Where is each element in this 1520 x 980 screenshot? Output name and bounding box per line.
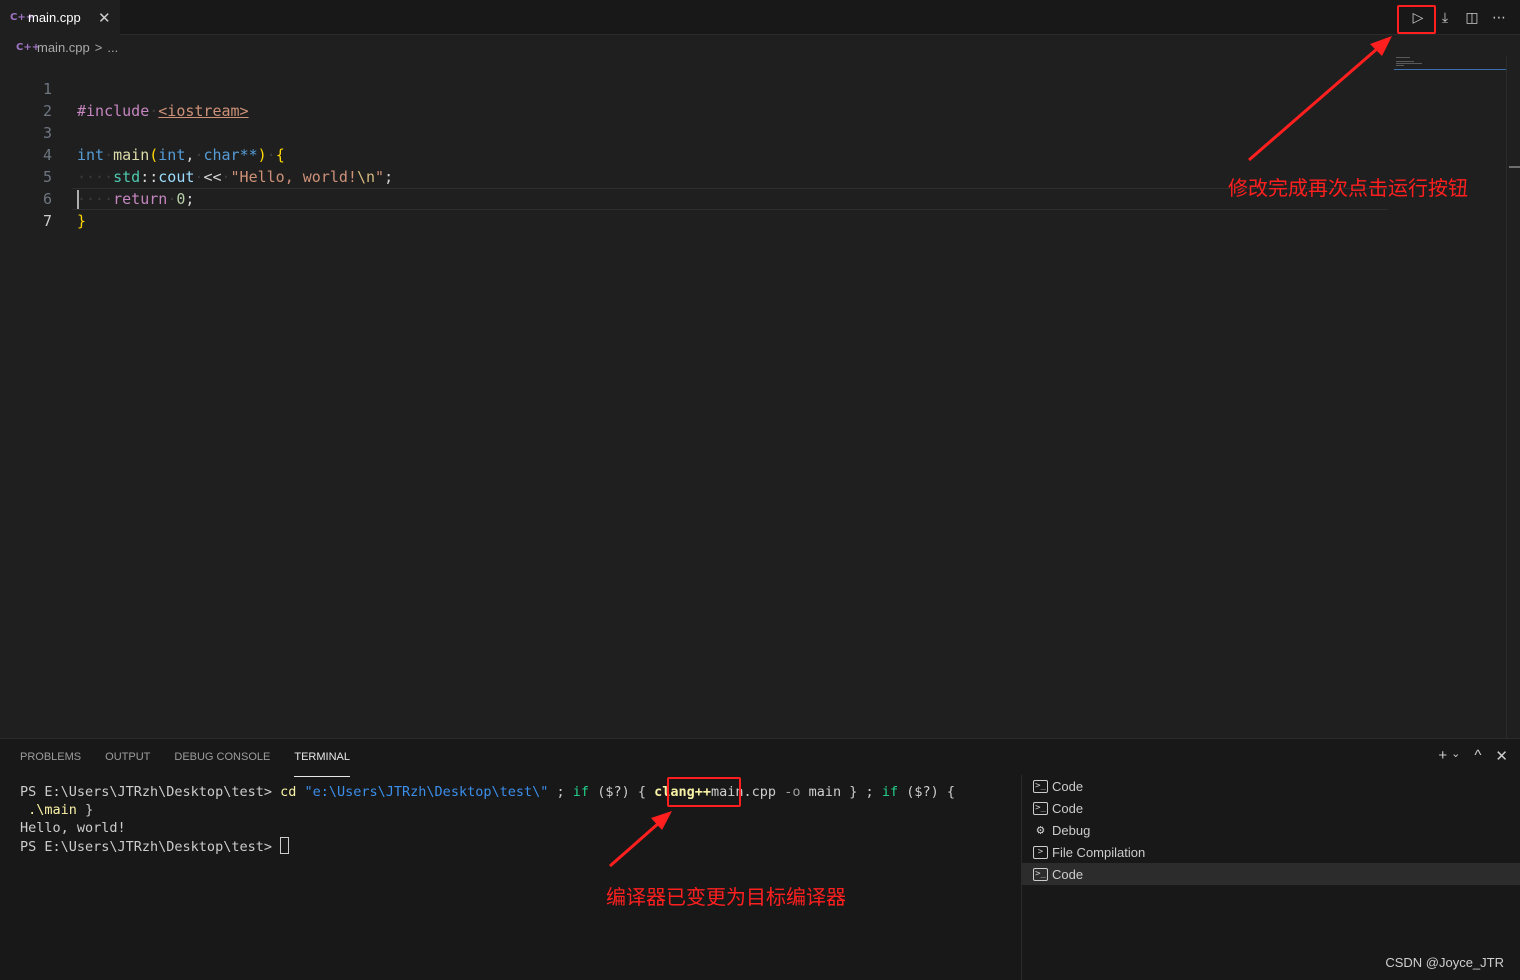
tab-output[interactable]: OUTPUT [105, 751, 150, 777]
terminal-icon: >_ [1033, 801, 1048, 815]
tab-main-cpp[interactable]: C++ main.cpp ✕ [0, 0, 120, 35]
code-line: 3 int·main(int,·char**)·{ [0, 100, 1390, 164]
panel-tabs: PROBLEMS OUTPUT DEBUG CONSOLE TERMINAL [20, 751, 374, 777]
new-terminal-icon[interactable]: + [1438, 747, 1447, 765]
minimap[interactable] [1394, 56, 1506, 74]
terminal-list-item[interactable]: > File Compilation [1022, 841, 1520, 863]
terminal-list-item[interactable]: >_ Code [1022, 863, 1520, 885]
terminal-program-output: Hello, world! [20, 820, 126, 836]
terminal-cursor [280, 837, 290, 854]
terminal-icon: >_ [1033, 867, 1048, 881]
breadcrumb-file[interactable]: main.cpp [37, 40, 90, 55]
line-number: 7 [42, 212, 52, 230]
cpp-file-icon: C++ [16, 41, 41, 53]
watermark: CSDN @Joyce_JTR [1385, 955, 1504, 970]
terminal-cmd: cd [280, 784, 297, 800]
code-line: 7 [0, 188, 1390, 230]
bug-icon: ⚙ [1036, 822, 1045, 838]
text-caret [77, 190, 79, 209]
terminal-list-item[interactable]: >_ Code [1022, 775, 1520, 797]
chevron-down-icon[interactable]: ⌄ [1451, 747, 1460, 765]
terminal-icon: >_ [1033, 779, 1048, 793]
panel-actions: + ⌄ ^ ✕ [1438, 747, 1508, 765]
run-dropdown-icon[interactable]: ⤓ [1436, 6, 1454, 28]
arrowhead-run-button [1370, 36, 1392, 56]
breadcrumb-more[interactable]: ... [107, 40, 118, 55]
compiler-highlight [667, 777, 741, 807]
terminal-list-item[interactable]: ⚙ Debug [1022, 819, 1520, 841]
tab-terminal[interactable]: TERMINAL [294, 751, 350, 777]
terminal-output[interactable]: PS E:\Users\JTRzh\Desktop\test> cd "e:\U… [20, 783, 1015, 856]
token-brace: } [77, 212, 87, 230]
tab-problems[interactable]: PROBLEMS [20, 751, 81, 777]
maximize-panel-icon[interactable]: ^ [1474, 747, 1481, 765]
code-line: 2 [0, 78, 1390, 120]
terminal-path: "e:\Users\JTRzh\Desktop\test\" [304, 784, 549, 800]
terminal-icon: > [1033, 845, 1048, 859]
terminal-list-item[interactable]: >_ Code [1022, 797, 1520, 819]
terminal-list: >_ Code >_ Code ⚙ Debug > File Compilati… [1021, 775, 1520, 980]
editor-scrollbar[interactable] [1506, 56, 1520, 738]
annotation-compiler-changed: 编译器已变更为目标编译器 [606, 885, 846, 909]
terminal-prompt: PS E:\Users\JTRzh\Desktop\test> [20, 784, 272, 800]
code-line: 6 } [0, 166, 1390, 230]
terminal-prompt: PS E:\Users\JTRzh\Desktop\test> [20, 839, 272, 855]
bottom-panel: PROBLEMS OUTPUT DEBUG CONSOLE TERMINAL +… [0, 738, 1520, 980]
code-line: 4 ····std::cout·<<·"Hello, world!\n"; [0, 122, 1390, 186]
terminal-run: .\main [28, 802, 77, 818]
more-actions-icon[interactable]: ⋯ [1490, 6, 1508, 28]
code-line: 1 #include·<iostream> [0, 56, 1390, 120]
run-button-highlight [1397, 5, 1436, 34]
close-icon[interactable]: ✕ [98, 9, 111, 27]
chevron-right-icon: > [94, 39, 103, 55]
tab-label: main.cpp [28, 10, 81, 25]
cpp-file-icon: C++ [10, 12, 35, 23]
split-editor-icon[interactable]: ◫ [1463, 6, 1481, 28]
code-line: 5 ····return·0; [0, 144, 1390, 208]
tab-debug-console[interactable]: DEBUG CONSOLE [174, 751, 270, 777]
annotation-run-again: 修改完成再次点击运行按钮 [1228, 176, 1468, 200]
code-editor[interactable]: 1 #include·<iostream> 2 3 int·main(int,·… [0, 56, 1506, 738]
close-icon[interactable]: ✕ [1495, 747, 1508, 765]
breadcrumb: C++ main.cpp > ... [16, 38, 118, 56]
editor-tab-bar: C++ main.cpp ✕ ▷ ⤓ ◫ ⋯ [0, 0, 1520, 35]
